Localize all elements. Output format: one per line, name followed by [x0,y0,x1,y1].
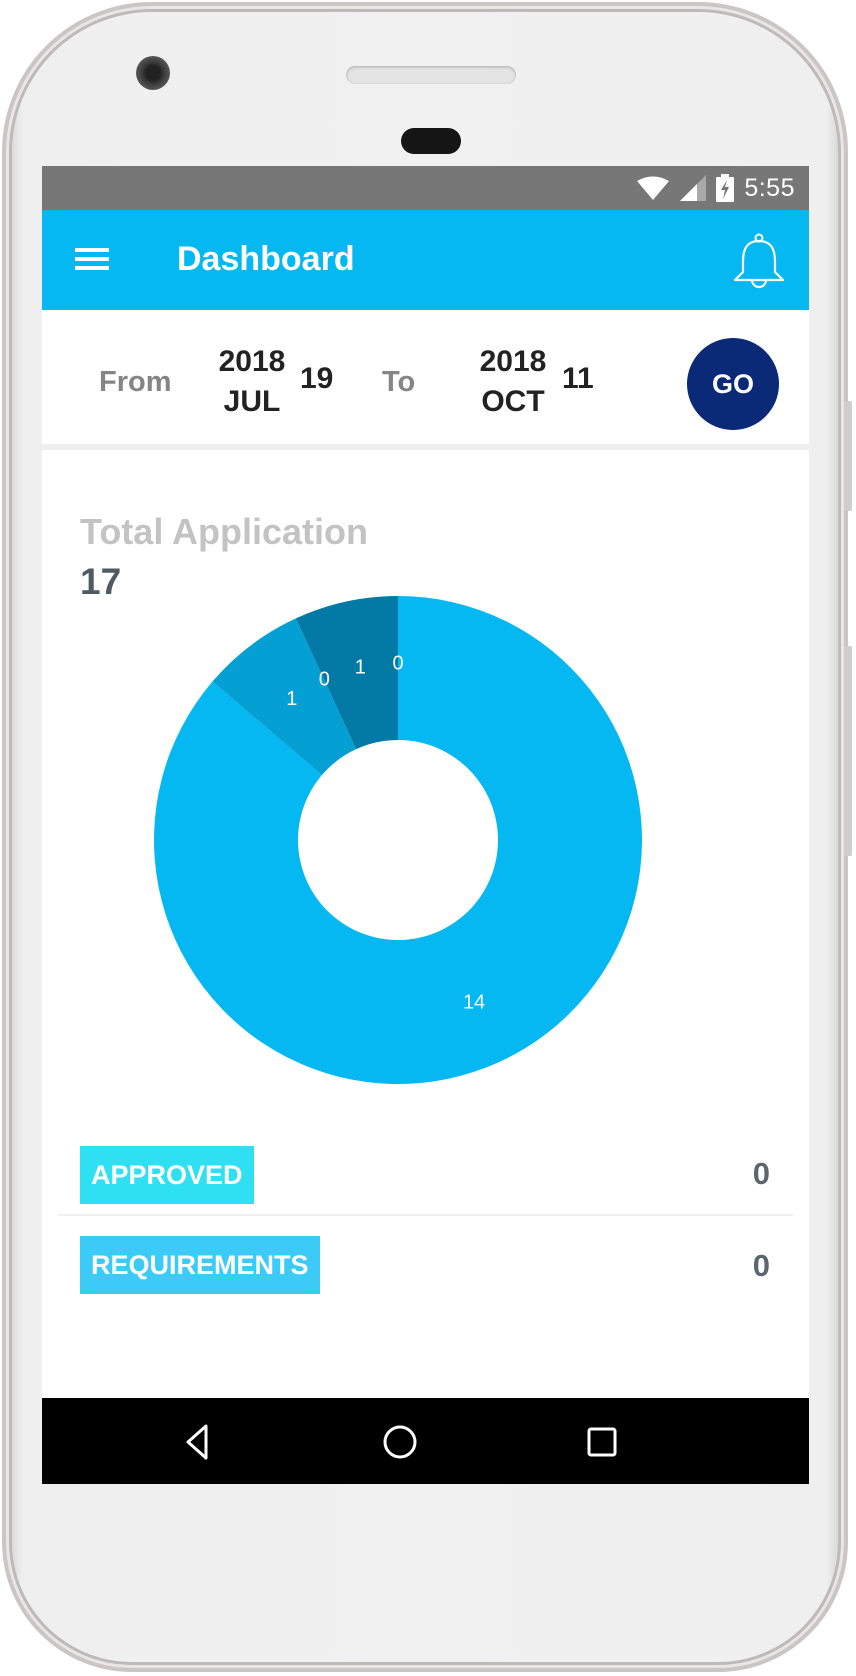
home-icon[interactable] [378,1420,422,1464]
earpiece-speaker [346,66,516,84]
proximity-sensor [401,128,461,154]
donut-label-0: 14 [463,991,485,1013]
from-month: JUL [223,385,281,418]
hamburger-menu-icon[interactable] [75,248,109,272]
cell-signal-icon [680,175,707,201]
app-bar: Dashboard [42,210,809,310]
approved-count: 0 [752,1156,770,1191]
to-year: 2018 [479,345,547,378]
bell-icon[interactable] [729,232,789,292]
approved-badge: APPROVED [80,1146,254,1204]
to-label: To [382,366,416,398]
to-day[interactable]: 11 [562,362,594,396]
from-label: From [99,366,172,398]
volume-button [844,646,852,856]
from-day[interactable]: 19 [300,362,333,396]
applications-donut-chart: 14101 0 [153,596,642,1084]
wifi-icon [637,176,670,200]
power-button [844,401,852,511]
to-month: OCT [481,385,545,418]
from-year: 2018 [218,345,286,378]
status-row-requirements[interactable]: REQUIREMENTS 0 [58,1218,793,1308]
back-icon[interactable] [176,1420,220,1464]
front-camera [136,56,170,90]
date-range-filter: From 2018 JUL 19 To 2018 OCT 11 GO [42,310,809,450]
donut-label-4: 0 [392,652,403,674]
recents-icon[interactable] [580,1420,624,1464]
battery-charging-icon [716,174,735,202]
requirements-badge: REQUIREMENTS [80,1236,320,1294]
total-application-label: Total Application [80,511,368,552]
donut-label-3: 1 [355,656,366,678]
status-time: 5:55 [744,173,795,202]
system-nav-bar [42,1398,809,1484]
donut-label-2: 0 [319,668,330,690]
page-title: Dashboard [177,240,355,278]
to-date-picker[interactable]: 2018 OCT [470,342,556,422]
go-button[interactable]: GO [687,338,779,430]
app-screen: 5:55 Dashboard From 2018 JUL 19 To 2018 … [42,166,809,1484]
donut-label-1: 1 [286,688,297,710]
from-date-picker[interactable]: 2018 JUL [209,342,295,422]
requirements-count: 0 [752,1248,770,1283]
status-row-approved[interactable]: APPROVED 0 [58,1126,793,1216]
status-bar: 5:55 [42,166,809,210]
